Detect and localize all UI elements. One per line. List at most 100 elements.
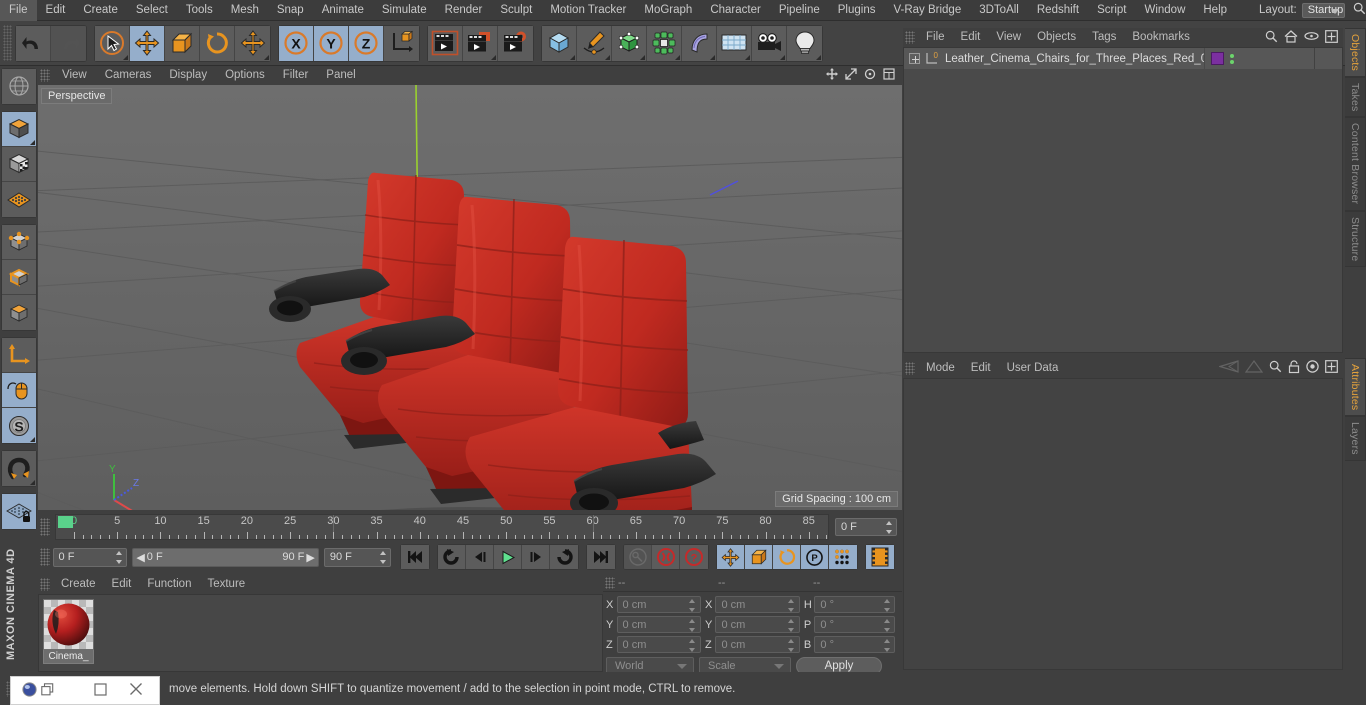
object-menu-view[interactable]: View [988, 28, 1029, 47]
status-dots-icon[interactable] [1230, 53, 1234, 64]
mode-points[interactable] [2, 225, 36, 260]
viewport-move-icon[interactable] [826, 68, 838, 83]
menu-render[interactable]: Render [436, 0, 492, 21]
viewport-menu-cameras[interactable]: Cameras [96, 66, 161, 85]
layout-dropdown[interactable]: Startup [1301, 2, 1345, 18]
spinner-icon[interactable] [788, 599, 795, 612]
viewport-menu-options[interactable]: Options [216, 66, 274, 85]
search-icon[interactable] [1269, 360, 1282, 376]
spinner-icon[interactable] [788, 619, 795, 632]
move-button[interactable] [130, 25, 165, 61]
record-position-button[interactable] [717, 545, 745, 569]
material-manager-grip[interactable] [40, 577, 50, 591]
mode-object[interactable] [2, 112, 36, 147]
object-manager-grip[interactable] [905, 31, 915, 44]
menu-tools[interactable]: Tools [177, 0, 222, 21]
menu-select[interactable]: Select [127, 0, 177, 21]
lock-z-button[interactable]: Z [349, 25, 384, 61]
add-spline-button[interactable] [577, 25, 612, 61]
range-right-arrow-icon[interactable]: ▶ [306, 551, 314, 564]
add-camera-button[interactable] [752, 25, 787, 61]
menu-pipeline[interactable]: Pipeline [770, 0, 829, 21]
menu-create[interactable]: Create [74, 0, 127, 21]
object-menu-file[interactable]: File [918, 28, 953, 47]
add-cube-button[interactable] [542, 25, 577, 61]
cinema-chairs-model[interactable] [38, 85, 902, 510]
mode-texture[interactable] [2, 147, 36, 182]
mode-deformer[interactable] [2, 182, 36, 217]
record-pla-button[interactable] [829, 545, 857, 569]
end-frame-field[interactable]: 90 F [323, 547, 391, 567]
menu-simulate[interactable]: Simulate [373, 0, 436, 21]
timeline-grip[interactable] [40, 518, 50, 536]
transport-grip[interactable] [40, 548, 50, 566]
expand-toggle-icon[interactable] [909, 53, 920, 64]
attribute-manager-grip[interactable] [905, 361, 915, 375]
overlay-window[interactable] [10, 676, 160, 705]
mode-polygons[interactable] [2, 295, 36, 330]
object-manager-body[interactable]: 0 Leather_Cinema_Chairs_for_Three_Places… [903, 47, 1343, 353]
tab-takes[interactable]: Takes [1345, 77, 1366, 118]
menu-help[interactable]: Help [1194, 0, 1236, 21]
lock-y-button[interactable]: Y [314, 25, 349, 61]
object-menu-objects[interactable]: Objects [1029, 28, 1084, 47]
close-button[interactable] [129, 682, 143, 699]
add-deformer-button[interactable] [682, 25, 717, 61]
coord-input-y[interactable]: 0 cm [616, 616, 701, 633]
tool-enable-axis[interactable] [2, 373, 36, 408]
record-scale-button[interactable] [745, 545, 773, 569]
viewport-maximize-icon[interactable] [883, 68, 895, 83]
record-parameter-button[interactable]: P [801, 545, 829, 569]
go-to-next-key-button[interactable] [550, 545, 578, 569]
menu-script[interactable]: Script [1088, 0, 1135, 21]
render-region-button[interactable] [463, 25, 498, 61]
range-left-arrow-icon[interactable]: ◀ [136, 551, 144, 564]
object-row[interactable]: 0 Leather_Cinema_Chairs_for_Three_Places… [904, 48, 1342, 70]
viewport-menu-panel[interactable]: Panel [317, 66, 364, 85]
forward-arrow-icon[interactable] [1244, 359, 1264, 376]
undo-button[interactable] [16, 25, 51, 61]
tool-snap[interactable] [2, 451, 36, 486]
menu-redshift[interactable]: Redshift [1028, 0, 1088, 21]
step-forward-button[interactable] [522, 545, 550, 569]
preview-range-bar[interactable]: ◀ 0 F 90 F ▶ [132, 547, 319, 567]
step-back-button[interactable] [466, 545, 494, 569]
current-frame-field[interactable]: 0 F [835, 518, 897, 536]
add-environment-button[interactable] [717, 25, 752, 61]
coord-input-z[interactable]: 0 cm [715, 636, 800, 653]
lock-x-button[interactable]: X [279, 25, 314, 61]
coord-input-b[interactable]: 0 ° [814, 636, 895, 653]
back-arrow-icon[interactable] [1217, 360, 1239, 376]
menu-plugins[interactable]: Plugins [829, 0, 885, 21]
target-icon[interactable] [1306, 360, 1319, 376]
search-icon[interactable] [1353, 2, 1366, 18]
material-menu-create[interactable]: Create [53, 574, 104, 594]
record-rotation-button[interactable] [773, 545, 801, 569]
viewport-menu-filter[interactable]: Filter [274, 66, 318, 85]
scale-button[interactable] [165, 25, 200, 61]
viewport-scale-icon[interactable] [845, 68, 857, 83]
material-preview[interactable] [43, 599, 94, 650]
home-icon[interactable] [1284, 29, 1298, 46]
tool-axis-modify[interactable] [2, 338, 36, 373]
menu-animate[interactable]: Animate [313, 0, 373, 21]
spinner-icon[interactable] [379, 550, 386, 564]
material-tile[interactable]: Cinema_ [43, 599, 94, 665]
start-frame-field[interactable]: 0 F [52, 547, 128, 567]
coord-input-h[interactable]: 0 ° [814, 596, 895, 613]
coord-input-p[interactable]: 0 ° [814, 616, 895, 633]
plus-box-icon[interactable] [1325, 29, 1338, 46]
spinner-icon[interactable] [689, 599, 696, 612]
viewport-menu-view[interactable]: View [53, 66, 96, 85]
go-to-start-button[interactable] [401, 545, 429, 569]
spinner-icon[interactable] [115, 550, 122, 564]
spinner-icon[interactable] [689, 639, 696, 652]
go-to-prev-key-button[interactable] [438, 545, 466, 569]
add-array-button[interactable] [647, 25, 682, 61]
record-active-objects-button[interactable] [652, 545, 680, 569]
timeline-view-button[interactable] [866, 545, 894, 569]
object-menu-bookmarks[interactable]: Bookmarks [1124, 28, 1198, 47]
menu-edit[interactable]: Edit [37, 0, 75, 21]
menu-motion-tracker[interactable]: Motion Tracker [541, 0, 635, 21]
coordinates-grip[interactable] [605, 576, 615, 589]
